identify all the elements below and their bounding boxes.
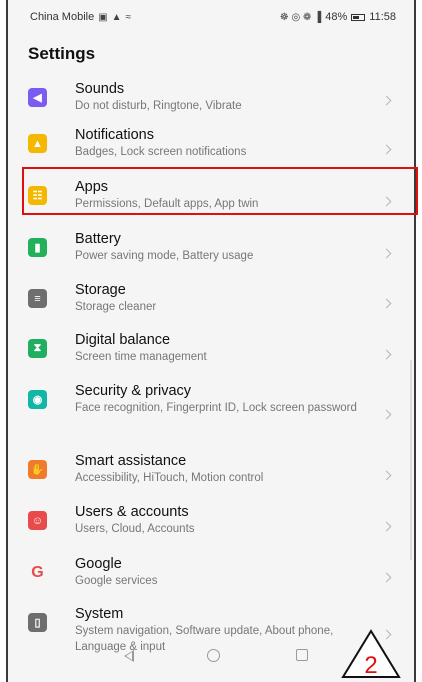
chevron-right-icon [381, 196, 392, 207]
settings-item-text: Digital balance Screen time management [75, 329, 375, 365]
settings-item-title: Notifications [75, 127, 154, 143]
settings-item-title: Battery [75, 231, 121, 247]
settings-item-title: Security & privacy [75, 383, 192, 399]
sim-icon: ▣ [98, 11, 108, 23]
settings-item-title: Digital balance [75, 332, 171, 348]
user-icon: ☺ [28, 511, 47, 530]
google-icon: G [31, 563, 44, 581]
settings-item-subtitle: Google services [75, 575, 158, 587]
chevron-right-icon [381, 470, 392, 480]
step-marker: 2 [341, 629, 401, 679]
chevron-right-icon [381, 409, 392, 420]
apps-grid-icon: ☷ [28, 186, 47, 205]
settings-item-digital-balance[interactable]: ⧗ Digital balance Screen time management [8, 329, 414, 380]
settings-item-text: Storage Storage cleaner [75, 279, 375, 315]
settings-item-subtitle: Power saving mode, Battery usage [75, 250, 254, 262]
settings-item-subtitle: Face recognition, Fingerprint ID, Lock s… [75, 402, 357, 414]
home-icon[interactable] [207, 649, 220, 662]
chevron-right-icon [381, 144, 392, 155]
settings-item-smart-assistance[interactable]: ✋ Smart assistance Accessibility, HiTouch,… [8, 450, 414, 501]
settings-item-title: Smart assistance [75, 453, 187, 469]
settings-item-title: Google [75, 556, 122, 572]
settings-item-battery[interactable]: ▮ Battery Power saving mode, Battery usage [8, 228, 414, 279]
signal-icon: ▲ [111, 11, 122, 23]
settings-item-subtitle: Users, Cloud, Accounts [75, 523, 195, 535]
settings-item-subtitle: Accessibility, HiTouch, Motion control [75, 472, 264, 484]
phone-screen: China Mobile ▣ ▲ ≈ ☸ ◎ ❁ ▐ 48% 11:58 Set… [6, 0, 418, 682]
shield-icon: ◉ [28, 390, 47, 409]
settings-item-text: Users & accounts Users, Cloud, Accounts [75, 501, 375, 537]
speaker-icon: ◀ [28, 88, 47, 107]
settings-item-title: Sounds [75, 81, 125, 97]
chevron-right-icon [381, 95, 392, 106]
settings-item-security-privacy[interactable]: ◉ Security & privacy Face recognition, Fin… [8, 380, 414, 450]
settings-item-text: Notifications Badges, Lock screen notific… [75, 124, 375, 160]
settings-item-text: Battery Power saving mode, Battery usage [75, 228, 375, 264]
settings-item-title: System [75, 606, 124, 622]
chevron-right-icon [381, 572, 392, 583]
settings-item-subtitle: Do not disturb, Ringtone, Vibrate [75, 100, 242, 112]
settings-item-text: Sounds Do not disturb, Ringtone, Vibrate [75, 78, 375, 114]
chevron-right-icon [381, 298, 392, 309]
battery-status-icon [351, 13, 366, 21]
bell-icon: ▲ [28, 134, 47, 153]
status-bar: China Mobile ▣ ▲ ≈ ☸ ◎ ❁ ▐ 48% 11:58 [8, 0, 414, 34]
phone-icon: ▯ [28, 613, 47, 632]
chevron-right-icon [381, 248, 392, 258]
page-title: Settings [28, 44, 96, 63]
chevron-right-icon [381, 521, 392, 532]
settings-item-users-accounts[interactable]: ☺ Users & accounts Users, Cloud, Accounts [8, 501, 414, 553]
settings-item-subtitle: Permissions, Default apps, App twin [75, 198, 259, 210]
settings-item-subtitle: Screen time management [75, 351, 207, 363]
status-icons: ☸ ◎ ❁ ▐ [279, 11, 322, 23]
settings-item-subtitle: Storage cleaner [75, 301, 157, 313]
settings-item-storage[interactable]: ≡ Storage Storage cleaner [8, 279, 414, 329]
carrier-label: China Mobile [30, 11, 95, 23]
settings-item-notifications[interactable]: ▲ Notifications Badges, Lock screen notifi… [8, 124, 414, 176]
settings-item-text: Google Google services [75, 553, 375, 589]
settings-item-title: Apps [75, 179, 109, 195]
step-number: 2 [364, 652, 377, 679]
settings-item-text: Apps Permissions, Default apps, App twin [75, 176, 375, 212]
settings-list: ◀ Sounds Do not disturb, Ringtone, Vibrate… [8, 78, 414, 667]
scrollbar[interactable] [410, 360, 412, 560]
settings-item-sounds[interactable]: ◀ Sounds Do not disturb, Ringtone, Vibrate [8, 78, 414, 124]
settings-item-text: Smart assistance Accessibility, HiTouch, … [75, 450, 375, 486]
hourglass-icon: ⧗ [28, 339, 47, 358]
settings-item-apps[interactable]: ☷ Apps Permissions, Default apps, App twin [8, 176, 414, 228]
hand-icon: ✋ [28, 460, 47, 479]
storage-icon: ≡ [28, 289, 47, 308]
wifi-icon: ≈ [125, 11, 132, 23]
clock: 11:58 [369, 11, 396, 23]
settings-item-title: Storage [75, 282, 126, 298]
recent-apps-icon[interactable] [296, 649, 308, 661]
settings-item-text: Security & privacy Face recognition, Fing… [75, 380, 375, 416]
back-icon[interactable] [124, 650, 134, 662]
settings-item-title: Users & accounts [75, 504, 189, 520]
settings-item-subtitle: Badges, Lock screen notifications [75, 146, 247, 158]
settings-item-google[interactable]: G Google Google services [8, 553, 414, 603]
battery-icon: ▮ [28, 238, 47, 257]
battery-percent: 48% [325, 11, 348, 23]
chevron-right-icon [381, 349, 392, 359]
